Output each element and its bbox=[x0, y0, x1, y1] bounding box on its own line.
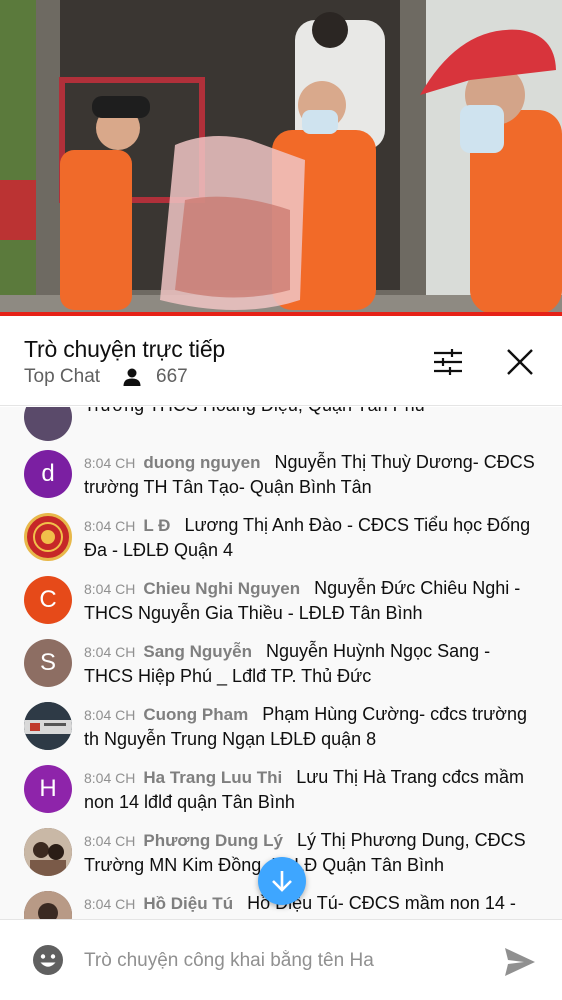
avatar-image bbox=[24, 828, 72, 876]
chat-title: Trò chuyện trực tiếp bbox=[24, 336, 226, 362]
avatar bbox=[24, 407, 72, 441]
message-time: 8:04 CH bbox=[84, 770, 136, 786]
chat-input-bar bbox=[0, 919, 562, 1000]
avatar[interactable] bbox=[24, 513, 72, 561]
message-time: 8:04 CH bbox=[84, 833, 136, 849]
avatar-letter: H bbox=[39, 775, 57, 802]
message-body: 8:04 CH Cuong Pham Phạm Hùng Cường- cđcs t… bbox=[84, 702, 542, 751]
chat-mode-selector[interactable]: Top Chat 667 bbox=[24, 366, 188, 388]
avatar[interactable] bbox=[24, 891, 72, 919]
chat-message: 8:04 CH Cuong Pham Phạm Hùng Cường- cđcs t… bbox=[0, 702, 562, 765]
avatar-letter: C bbox=[39, 586, 57, 613]
avatar[interactable]: S bbox=[24, 639, 72, 687]
message-text: Trường THCS Hoàng Diệu, Quận Tân Phú bbox=[84, 407, 425, 415]
chat-message: 8:04 CH L Đ Lương Thị Anh Đào - CĐCS Tiểu … bbox=[0, 513, 562, 576]
avatar[interactable]: C bbox=[24, 576, 72, 624]
avatar[interactable] bbox=[24, 702, 72, 750]
message-author[interactable]: L Đ bbox=[143, 516, 170, 535]
avatar-image bbox=[24, 891, 72, 919]
avatar[interactable]: d bbox=[24, 450, 72, 498]
chat-message: Trường THCS Hoàng Diệu, Quận Tân Phú bbox=[0, 407, 562, 450]
message-time: 8:04 CH bbox=[84, 581, 136, 597]
message-time: 8:04 CH bbox=[84, 518, 136, 534]
message-body: 8:04 CH L Đ Lương Thị Anh Đào - CĐCS Tiểu … bbox=[84, 513, 542, 562]
message-body: 8:04 CH Ha Trang Luu Thi Lưu Thị Hà Trang … bbox=[84, 765, 542, 814]
message-time: 8:04 CH bbox=[84, 896, 136, 912]
chat-mode-label: Top Chat bbox=[24, 366, 101, 387]
tune-icon[interactable] bbox=[428, 342, 468, 382]
chat-message: C 8:04 CH Chieu Nghi Nguyen Nguyễn Đức Chi… bbox=[0, 576, 562, 639]
message-author[interactable]: Ha Trang Luu Thi bbox=[143, 768, 282, 787]
viewer-count: 667 bbox=[156, 366, 188, 387]
message-time: 8:04 CH bbox=[84, 455, 136, 471]
send-icon[interactable] bbox=[502, 944, 538, 980]
message-body: 8:04 CH Hồ Diệu Tú Hồ Diệu Tú- CĐCS mầm no… bbox=[84, 891, 542, 916]
chat-message-input[interactable] bbox=[84, 946, 464, 976]
message-body: Trường THCS Hoàng Diệu, Quận Tân Phú bbox=[84, 407, 542, 417]
message-author[interactable]: duong nguyen bbox=[143, 453, 260, 472]
scroll-down-button[interactable] bbox=[258, 857, 306, 905]
video-player[interactable] bbox=[0, 0, 562, 314]
video-frame bbox=[0, 0, 562, 314]
chat-message-list[interactable]: Trường THCS Hoàng Diệu, Quận Tân Phú d 8… bbox=[0, 407, 562, 919]
message-body: 8:04 CH Chieu Nghi Nguyen Nguyễn Đức Chiêu… bbox=[84, 576, 542, 625]
message-author[interactable]: Chieu Nghi Nguyen bbox=[143, 579, 300, 598]
message-body: 8:04 CH Sang Nguyễn Nguyễn Huỳnh Ngọc Sang… bbox=[84, 639, 542, 688]
message-time: 8:04 CH bbox=[84, 707, 136, 723]
message-author[interactable]: Hồ Diệu Tú bbox=[143, 894, 233, 913]
emoji-icon[interactable] bbox=[32, 944, 64, 976]
chat-message: H 8:04 CH Ha Trang Luu Thi Lưu Thị Hà Tran… bbox=[0, 765, 562, 828]
chat-message: d 8:04 CH duong nguyen Nguyễn Thị Thuỳ Dươ… bbox=[0, 450, 562, 513]
chat-message: S 8:04 CH Sang Nguyễn Nguyễn Huỳnh Ngọc Sa… bbox=[0, 639, 562, 702]
message-author[interactable]: Cuong Pham bbox=[143, 705, 248, 724]
person-icon bbox=[122, 367, 142, 387]
message-time: 8:04 CH bbox=[84, 644, 136, 660]
avatar-letter: d bbox=[41, 460, 55, 487]
message-body: 8:04 CH duong nguyen Nguyễn Thị Thuỳ Dương… bbox=[84, 450, 542, 499]
avatar[interactable] bbox=[24, 828, 72, 876]
emblem-icon bbox=[33, 522, 63, 552]
avatar-image bbox=[24, 702, 72, 750]
close-icon[interactable] bbox=[500, 342, 540, 382]
chat-header: Trò chuyện trực tiếp Top Chat 667 bbox=[0, 316, 562, 406]
message-body: 8:04 CH Phương Dung Lý Lý Thị Phương Dung,… bbox=[84, 828, 542, 877]
avatar[interactable]: H bbox=[24, 765, 72, 813]
arrow-down-icon bbox=[272, 871, 292, 892]
message-author[interactable]: Phương Dung Lý bbox=[143, 831, 283, 850]
avatar-letter: S bbox=[39, 649, 56, 676]
message-author[interactable]: Sang Nguyễn bbox=[143, 642, 252, 661]
